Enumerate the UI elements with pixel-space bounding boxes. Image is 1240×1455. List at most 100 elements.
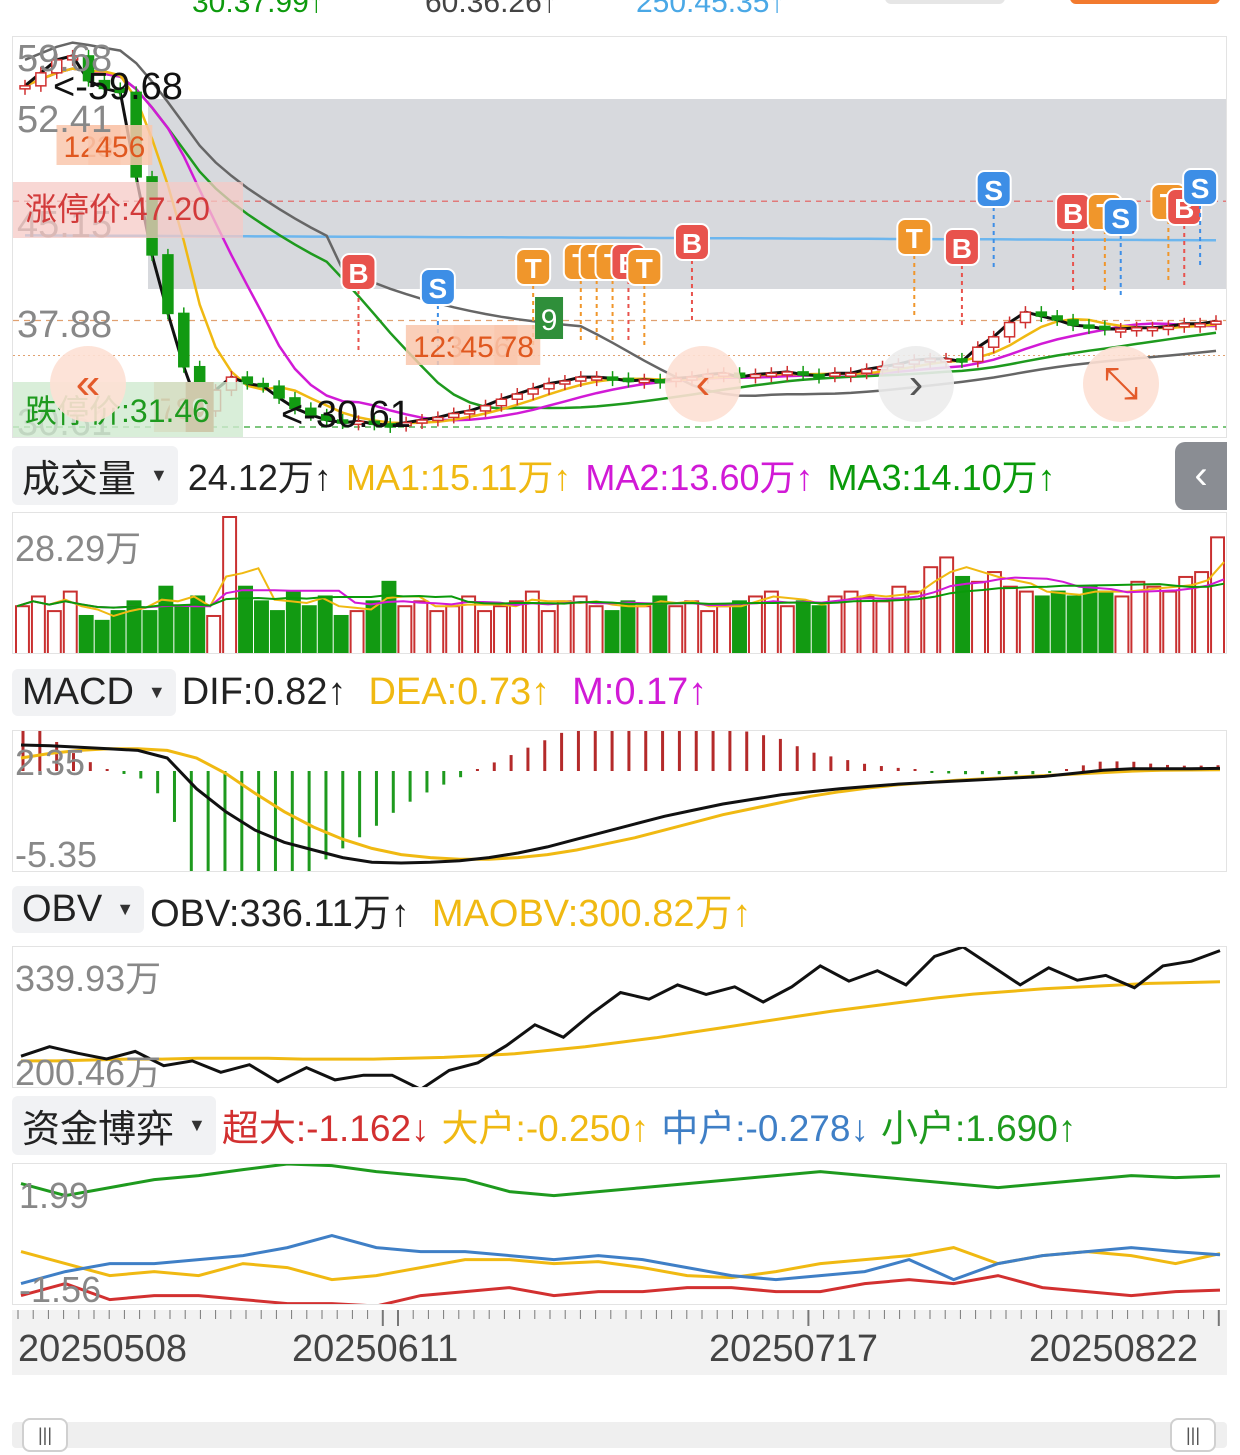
- candle-body: [1067, 319, 1079, 326]
- volume-bar: [46, 610, 62, 653]
- obv-chart-svg: 339.93万 200.46万: [15, 947, 1221, 1087]
- timeline-scrollbar[interactable]: ||| |||: [12, 1418, 1227, 1452]
- candle-body: [1130, 326, 1143, 332]
- volume-bar: [1098, 590, 1114, 653]
- macd-dif: DIF:0.82↑: [181, 670, 347, 713]
- date-label: 20250508: [18, 1328, 188, 1370]
- limit-up-label: 涨停价:47.20: [25, 191, 210, 227]
- scrollbar-left-handle[interactable]: |||: [22, 1418, 68, 1452]
- candle-body: [559, 380, 571, 385]
- obv-chart[interactable]: 339.93万 200.46万: [12, 946, 1227, 1088]
- volume-bar: [747, 595, 763, 653]
- volume-selector[interactable]: 成交量 ▼: [12, 445, 178, 505]
- volume-axis-label: 28.29万: [15, 528, 141, 569]
- collapse-panel-button[interactable]: ‹: [1175, 442, 1227, 510]
- candle-body: [749, 373, 762, 379]
- candle-body: [956, 358, 968, 363]
- price-chart[interactable]: BSTTTTBTBTBSBTSTBS12345678912345678959.6…: [12, 36, 1227, 438]
- candle-body: [829, 372, 841, 377]
- volume-bar: [1210, 536, 1226, 653]
- candle-body: [1099, 325, 1111, 331]
- volume-bar: [477, 610, 493, 653]
- ma60-value: 60:36.26↑: [425, 0, 557, 19]
- volume-bar: [827, 595, 843, 653]
- volume-bar: [1066, 595, 1082, 653]
- volume-bar: [556, 600, 572, 653]
- left-icon-glyph: ‹: [696, 359, 711, 408]
- volume-indicator-row: 成交量 ▼ 24.12万↑ MA1:15.11万↑ MA2:13.60万↑ MA…: [12, 445, 1172, 505]
- candle-body: [590, 376, 603, 381]
- sequence-label: 9: [541, 304, 558, 337]
- capital-chart[interactable]: 1.99 -1.56: [12, 1163, 1227, 1305]
- obv-selector[interactable]: OBV ▼: [12, 885, 145, 933]
- candle-body: [1083, 324, 1095, 329]
- volume-bar: [684, 600, 700, 653]
- candle-body: [1019, 311, 1032, 324]
- volume-chart[interactable]: 28.29万: [12, 512, 1227, 654]
- candle-body: [1146, 326, 1159, 332]
- candle-body: [1035, 311, 1048, 317]
- date-axis: 20250508 20250611 20250717 20250822: [12, 1310, 1227, 1375]
- candle-body: [162, 254, 174, 315]
- capital-chart-svg: 1.99 -1.56: [19, 1164, 1221, 1304]
- volume-selector-label: 成交量: [22, 458, 137, 501]
- volume-bar: [222, 516, 238, 653]
- top-button-orange[interactable]: [1070, 0, 1220, 4]
- expand-icon-glyph: ⤡: [1103, 359, 1138, 408]
- candle-body: [1162, 325, 1175, 331]
- scrollbar-track[interactable]: [12, 1422, 1227, 1448]
- volume-bar: [158, 585, 174, 653]
- candle-body: [463, 410, 476, 415]
- candle-body: [432, 416, 444, 422]
- obv-axis-top: 339.93万: [15, 958, 161, 999]
- volume-bar: [1018, 590, 1034, 653]
- volume-bar: [30, 595, 46, 653]
- date-label: 20250611: [292, 1328, 459, 1370]
- volume-bar: [795, 600, 811, 653]
- volume-bar: [620, 600, 636, 653]
- macd-selector[interactable]: MACD ▼: [12, 668, 176, 716]
- volume-bar: [1146, 585, 1162, 653]
- volume-bar: [94, 619, 110, 653]
- scrollbar-right-handle[interactable]: |||: [1170, 1418, 1216, 1452]
- volume-bar: [636, 605, 652, 653]
- price-chart-svg: BSTTTTBTBTBSBTSTBS12345678912345678959.6…: [13, 38, 1226, 437]
- price-axis-label: 37.88: [17, 304, 112, 346]
- macd-axis-top: 2.35: [15, 742, 85, 783]
- chevron-down-icon: ▼: [116, 898, 135, 919]
- signal-label: T: [525, 253, 542, 284]
- macd-m: M:0.17↑: [572, 670, 708, 713]
- capital-axis-top: 1.99: [19, 1175, 89, 1216]
- top-button-gray[interactable]: [885, 0, 1005, 4]
- volume-bar: [349, 610, 365, 653]
- volume-bar: [588, 605, 604, 653]
- signal-label: B: [1063, 198, 1083, 229]
- double-left-icon-glyph: «: [76, 359, 100, 408]
- macd-chart[interactable]: 2.35 -5.35: [12, 730, 1227, 872]
- obv-value: OBV:336.11万↑: [150, 892, 410, 935]
- signal-label: S: [984, 175, 1003, 206]
- volume-ma3: MA3:14.10万↑: [827, 457, 1056, 498]
- candle-body: [606, 376, 619, 381]
- dif-line: [20, 743, 1221, 865]
- capital-selector[interactable]: 资金博弈 ▼: [12, 1095, 216, 1155]
- date-label: 20250822: [1029, 1328, 1199, 1370]
- macd-indicator-row: MACD ▼ DIF:0.82↑ DEA:0.73↑ M:0.17↑: [12, 667, 1172, 717]
- candle-body: [19, 85, 31, 90]
- signal-label: B: [348, 258, 368, 289]
- candle-body: [527, 388, 539, 395]
- chevron-left-icon: ‹: [1194, 453, 1208, 497]
- date-label: 20250717: [709, 1328, 879, 1370]
- candle-body: [1114, 328, 1127, 333]
- candle-body: [1178, 323, 1190, 328]
- capital-large: 大户:-0.250↑: [441, 1108, 650, 1149]
- volume-bar: [381, 580, 397, 653]
- volume-ma2: MA2:13.60万↑: [585, 457, 814, 498]
- capital-super: 超大:-1.162↓: [221, 1108, 430, 1149]
- volume-bar: [859, 595, 875, 653]
- volume-bar: [174, 605, 190, 653]
- volume-bar: [508, 600, 524, 653]
- volume-bar: [493, 605, 508, 653]
- volume-bar: [1162, 590, 1178, 653]
- volume-bar: [269, 610, 285, 653]
